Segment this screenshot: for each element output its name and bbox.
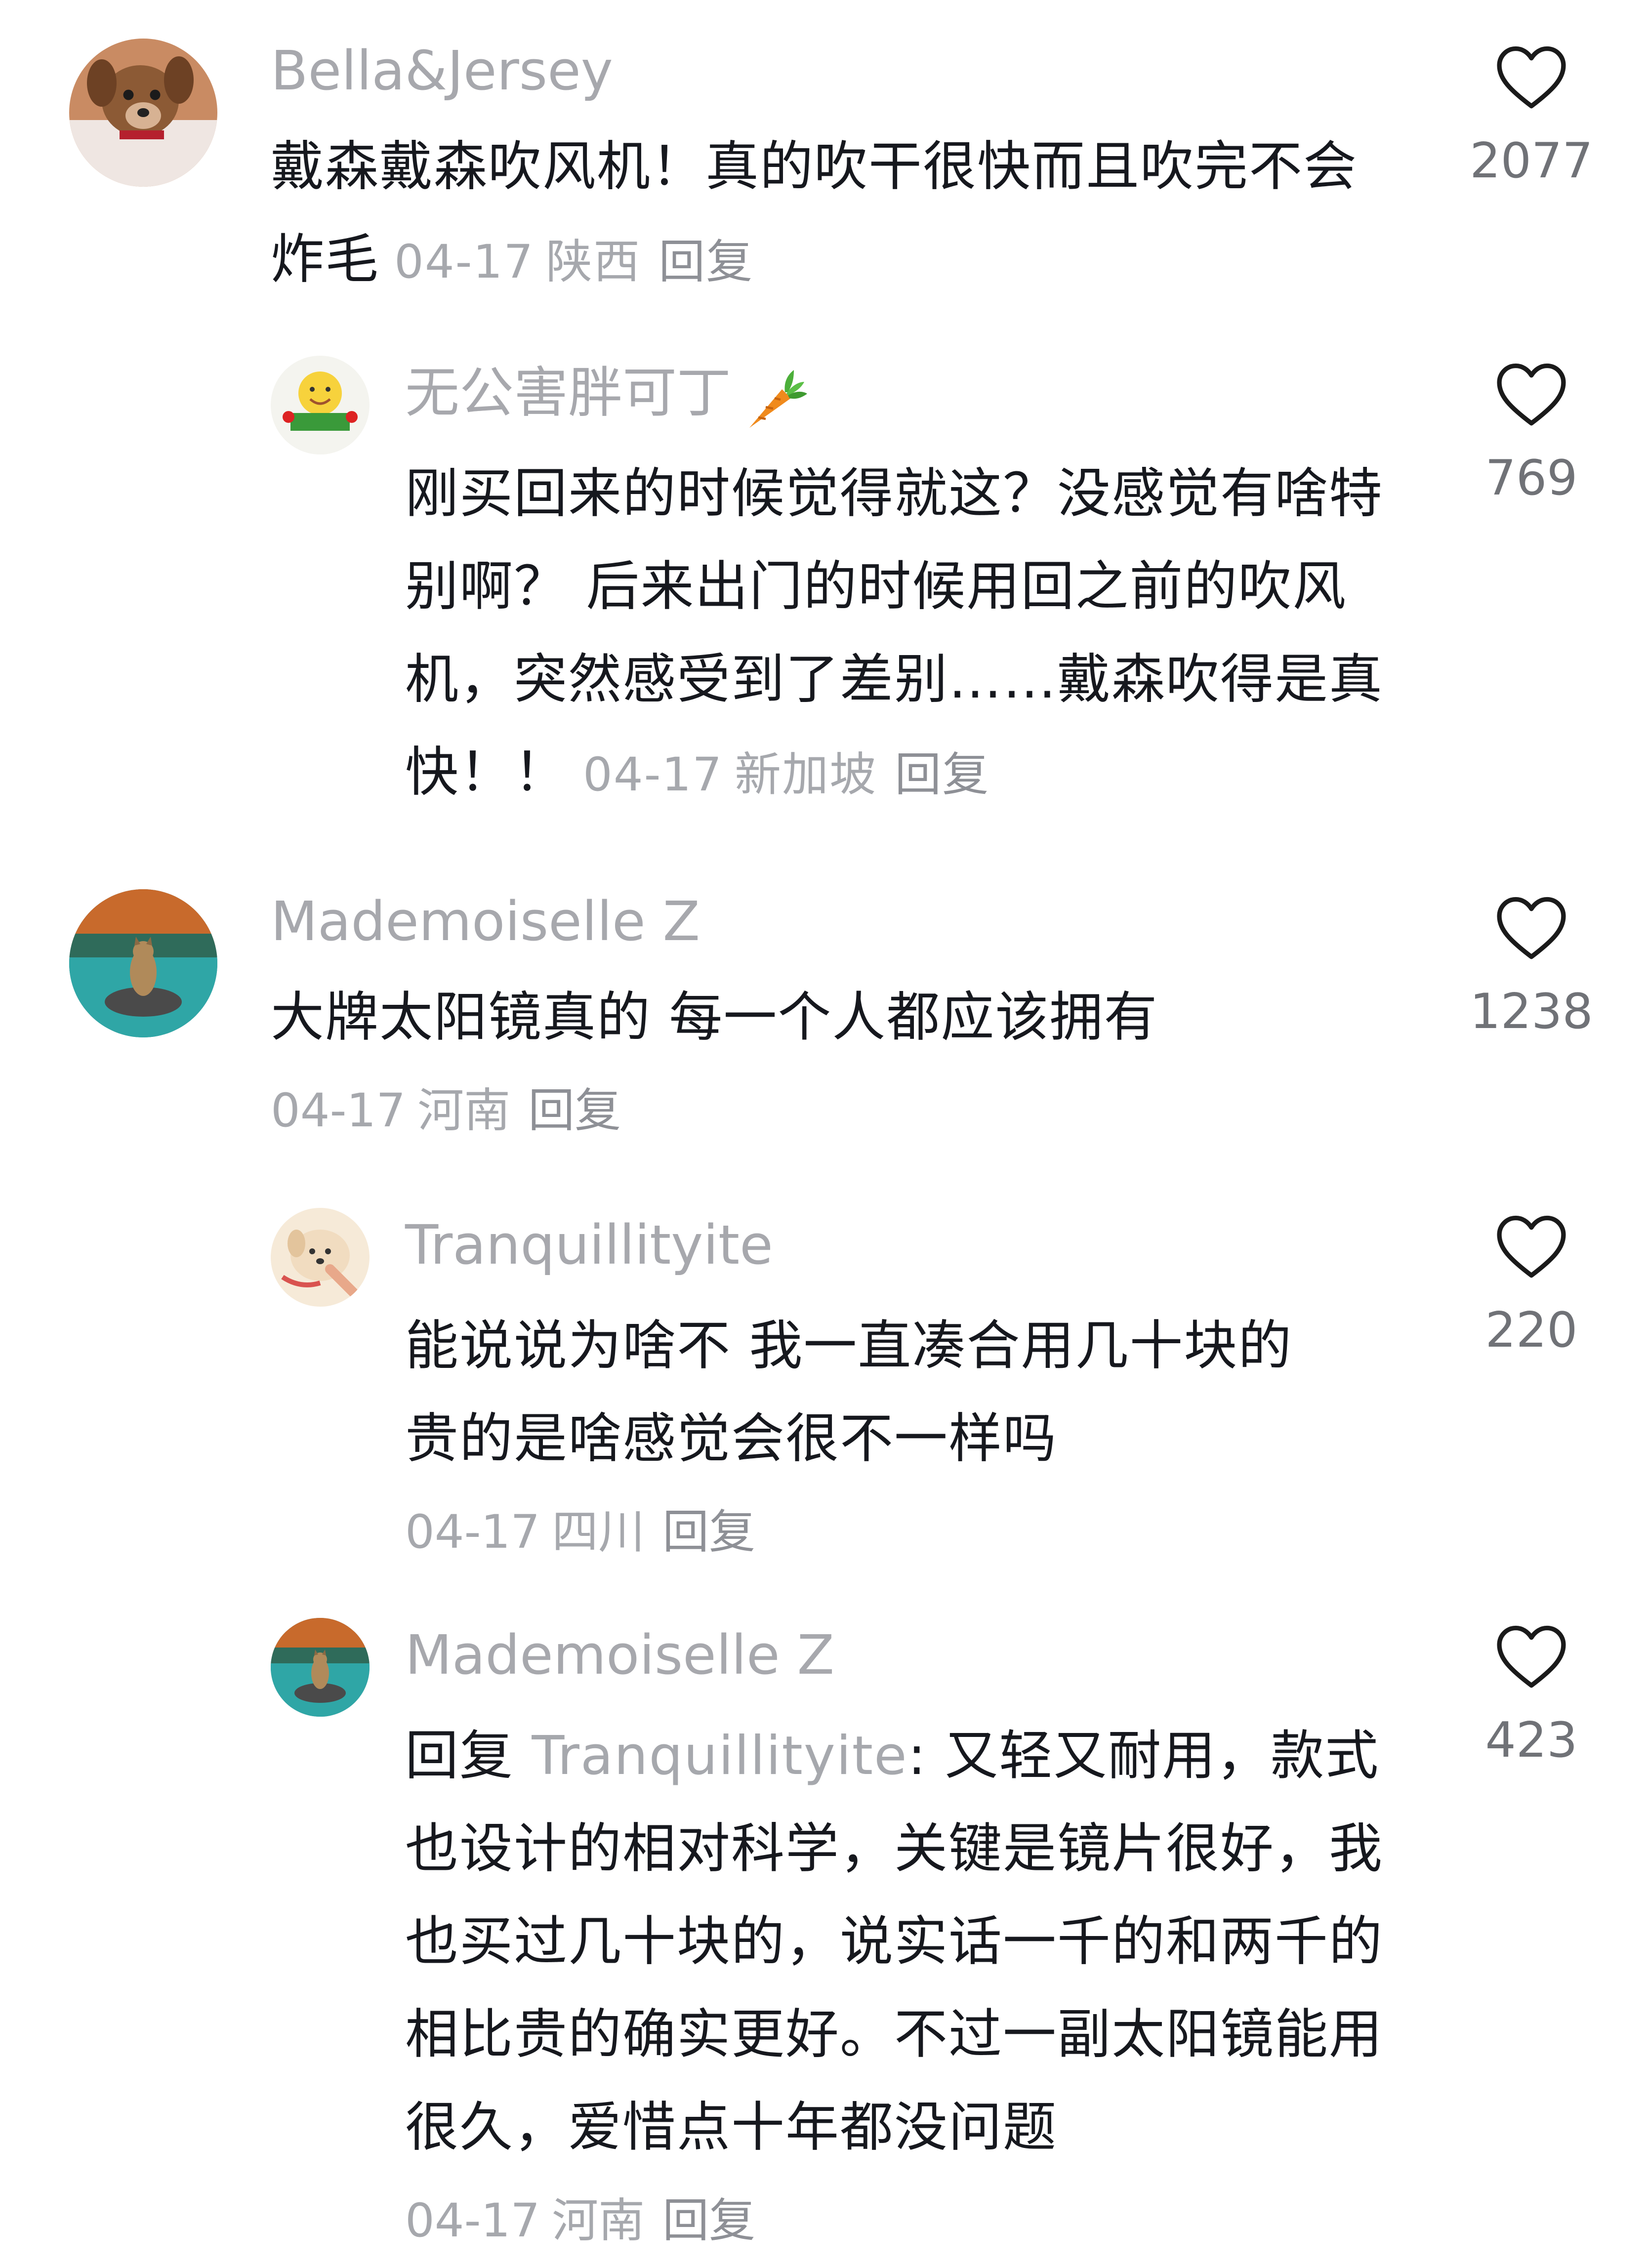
comment-date: 04-17 — [405, 2194, 540, 2248]
cat-on-rock-avatar-icon — [271, 1618, 370, 1717]
comment-username[interactable]: Mademoiselle Z — [405, 1618, 1433, 1692]
like-control[interactable]: 423 — [1450, 1623, 1613, 1770]
comment-region: 河南 — [417, 1084, 511, 1138]
user-avatar[interactable] — [271, 1618, 370, 1717]
reply-prefix: 回复 — [405, 1725, 532, 1787]
like-count: 2077 — [1470, 133, 1593, 189]
comment-text[interactable]: 回复 Tranquillityite: 又轻又耐用，款式也设计的相对科学，关键是… — [405, 1710, 1383, 2174]
like-count: 769 — [1485, 450, 1578, 506]
comment-meta: 04-17 新加坡 回复 — [583, 748, 989, 802]
reply-button[interactable]: 回复 — [528, 1084, 621, 1138]
mention-separator: : — [907, 1725, 945, 1787]
cat-on-rock-avatar-icon — [69, 889, 217, 1037]
cartoon-dog-avatar-icon — [271, 1208, 370, 1307]
heart-outline-icon[interactable] — [1494, 894, 1568, 961]
comment-meta: 04-17 四川 回复 — [405, 1485, 1433, 1579]
user-avatar[interactable] — [69, 889, 217, 1037]
comment-region: 陕西 — [546, 235, 641, 289]
smiley-sticker-avatar-icon — [271, 356, 370, 454]
like-control[interactable]: 769 — [1450, 361, 1613, 508]
user-avatar[interactable] — [271, 356, 370, 454]
user-avatar[interactable] — [271, 1208, 370, 1307]
comment-date: 04-17 — [271, 1084, 406, 1138]
user-avatar[interactable] — [69, 39, 217, 187]
dog-photo-avatar-icon — [69, 39, 217, 187]
comment-meta: 04-17 河南 回复 — [271, 1064, 1432, 1158]
comment-username[interactable]: Bella&Jersey — [271, 39, 1432, 103]
comment-region: 四川 — [552, 1505, 645, 1559]
heart-outline-icon[interactable] — [1494, 1623, 1568, 1690]
comment-username[interactable]: Mademoiselle Z — [271, 889, 1432, 953]
comment-meta: 04-17 陕西 回复 — [394, 235, 753, 289]
reply-button[interactable]: 回复 — [659, 235, 753, 289]
reply-button[interactable]: 回复 — [895, 748, 989, 802]
comment-text[interactable]: 刚买回来的时候觉得就这？没感觉有啥特别啊？ 后来出门的时候用回之前的吹风机，突然… — [405, 448, 1383, 822]
comment-username[interactable]: 无公害胖可丁 — [405, 356, 1433, 430]
comment-text[interactable]: 戴森戴森吹风机！真的吹干很快而且吹完不会炸毛 04-17 陕西 回复 — [271, 121, 1377, 309]
comment-text[interactable]: 能说说为啥不 我一直凑合用几十块的 贵的是啥感觉会很不一样吗 — [405, 1300, 1344, 1485]
heart-outline-icon[interactable] — [1494, 1213, 1568, 1280]
mention-link[interactable]: Tranquillityite — [532, 1725, 907, 1787]
like-control[interactable]: 220 — [1450, 1213, 1613, 1360]
comment-date: 04-17 — [583, 748, 723, 802]
heart-outline-icon[interactable] — [1494, 43, 1568, 111]
comment-region: 新加坡 — [735, 748, 877, 802]
comment-region: 河南 — [552, 2194, 645, 2248]
comment-username[interactable]: Tranquillityite — [405, 1208, 1433, 1282]
heart-outline-icon[interactable] — [1494, 361, 1568, 428]
comment-text[interactable]: 大牌太阳镜真的 每一个人都应该拥有 — [271, 971, 1377, 1064]
comment-date: 04-17 — [394, 235, 535, 289]
comment-meta: 04-17 河南 回复 — [405, 2174, 1433, 2268]
like-control[interactable]: 1238 — [1450, 894, 1613, 1041]
like-count: 220 — [1485, 1302, 1578, 1359]
like-count: 1238 — [1470, 984, 1593, 1040]
like-control[interactable]: 2077 — [1450, 43, 1613, 191]
carrot-icon — [749, 370, 807, 428]
reply-button[interactable]: 回复 — [662, 1505, 755, 1559]
like-count: 423 — [1485, 1712, 1578, 1769]
reply-button[interactable]: 回复 — [662, 2194, 755, 2248]
comment-date: 04-17 — [405, 1505, 540, 1559]
